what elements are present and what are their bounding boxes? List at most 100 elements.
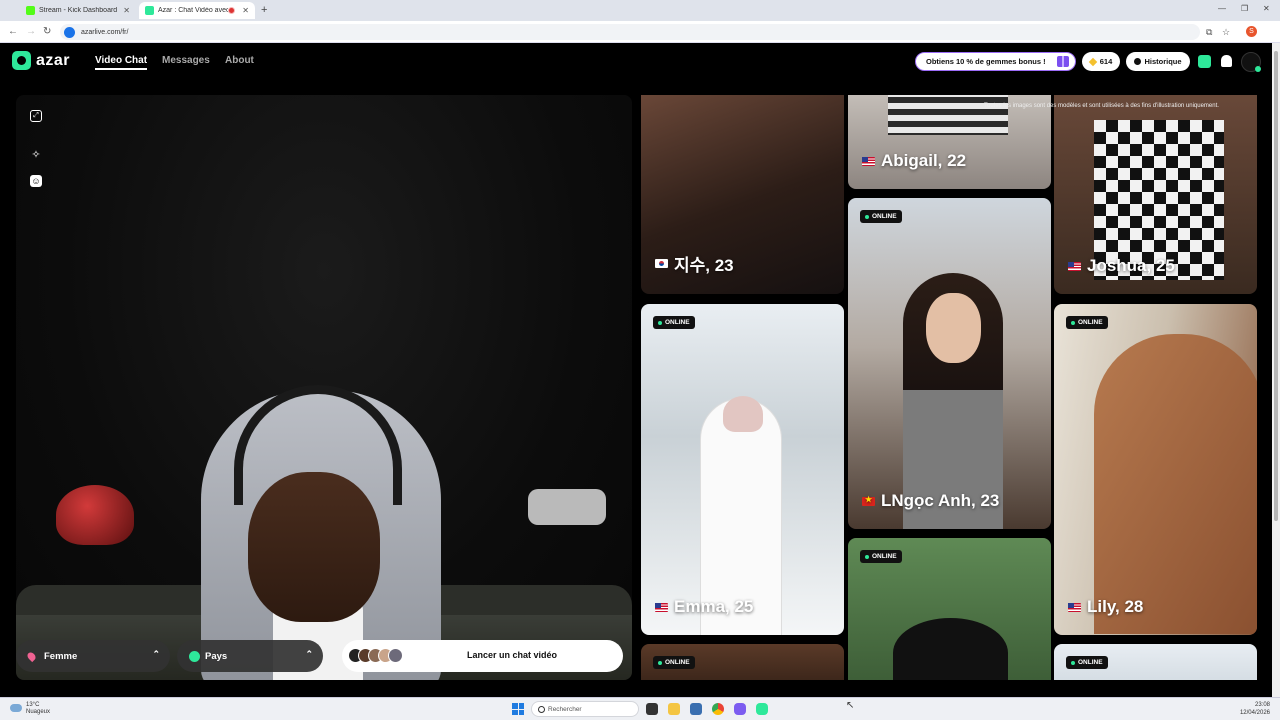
search-placeholder: Rechercher bbox=[548, 705, 582, 713]
clock-date: 12/04/2026 bbox=[1239, 710, 1270, 716]
nav-about[interactable]: About bbox=[225, 55, 254, 66]
close-tab-icon[interactable]: ✕ bbox=[123, 6, 130, 15]
task-view-icon[interactable] bbox=[646, 703, 658, 715]
profile-name: Emma, 25 bbox=[655, 597, 753, 617]
browser-profile-avatar[interactable]: S bbox=[1246, 26, 1257, 37]
illustration-disclaimer: Toutes les images sont des modèles et so… bbox=[984, 103, 1219, 109]
fullscreen-icon[interactable]: ⤢ bbox=[30, 110, 42, 122]
korea-flag-icon bbox=[655, 259, 668, 268]
store-icon[interactable] bbox=[690, 703, 702, 715]
history-button[interactable]: Historique bbox=[1126, 52, 1190, 71]
windows-taskbar: 13°C Nuageux Rechercher 23:08 12/04/2026 bbox=[0, 697, 1280, 720]
close-tab-icon[interactable]: ✕ bbox=[242, 6, 249, 15]
gift-icon bbox=[1057, 56, 1069, 67]
windows-start-icon[interactable] bbox=[512, 703, 524, 715]
temperature: 13°C bbox=[26, 702, 40, 708]
weather-widget[interactable]: 13°C Nuageux bbox=[10, 702, 50, 716]
url-text: azarlive.com/fr/ bbox=[81, 28, 129, 36]
azar-favicon-icon bbox=[145, 6, 154, 15]
online-badge: ONLINE bbox=[1066, 316, 1108, 329]
face-mask-icon[interactable]: ☺ bbox=[30, 175, 42, 187]
profile-card[interactable]: ONLINE Emma, 25 bbox=[641, 304, 844, 635]
reload-icon[interactable]: ↻ bbox=[43, 26, 51, 37]
tab-label: Azar : Chat Vidéo avec de bbox=[158, 7, 229, 14]
gender-pin-icon bbox=[25, 650, 38, 662]
minimize-button[interactable]: — bbox=[1218, 4, 1226, 13]
notification-bell-icon[interactable] bbox=[1221, 55, 1232, 67]
profile-card[interactable]: ONLINE bbox=[848, 538, 1051, 680]
magic-wand-filter-icon[interactable]: ✧ bbox=[30, 149, 42, 161]
tab-label: Stream - Kick Dashboard bbox=[39, 7, 118, 14]
recording-icon bbox=[228, 7, 236, 14]
profile-card[interactable]: ONLINE bbox=[1054, 644, 1257, 680]
gems-balance-button[interactable]: 614 bbox=[1082, 52, 1120, 71]
user-avatar[interactable] bbox=[1241, 52, 1261, 72]
profile-name: Lily, 28 bbox=[1068, 597, 1143, 617]
profile-card[interactable]: 지수, 23 bbox=[641, 95, 844, 294]
browser-tab-bar: Stream - Kick Dashboard ✕ Azar : Chat Vi… bbox=[0, 0, 1280, 21]
profile-name: 지수, 23 bbox=[655, 251, 734, 276]
site-header: azar Video Chat Messages About Obtiens 1… bbox=[0, 43, 1270, 81]
page-scrollbar[interactable] bbox=[1272, 43, 1280, 697]
striped-top bbox=[888, 95, 1008, 135]
maximize-button[interactable]: ❐ bbox=[1241, 4, 1248, 13]
new-tab-button[interactable]: + bbox=[261, 4, 267, 16]
mouse-cursor-icon: ↖ bbox=[846, 700, 855, 711]
country-filter-value: Pays bbox=[205, 650, 228, 662]
close-window-button[interactable]: ✕ bbox=[1263, 4, 1270, 13]
us-flag-icon bbox=[655, 602, 668, 612]
profile-card[interactable]: Abigail, 22 bbox=[848, 95, 1051, 189]
red-helmet bbox=[56, 485, 134, 545]
us-flag-icon bbox=[1068, 261, 1081, 271]
azar-taskbar-icon[interactable] bbox=[756, 703, 768, 715]
chevron-up-icon: ⌃ bbox=[305, 649, 313, 659]
start-chat-label: Lancer un chat vidéo bbox=[466, 650, 558, 660]
black-hat bbox=[893, 618, 1008, 680]
vietnam-flag-icon bbox=[862, 495, 875, 506]
gem-bonus-promo-button[interactable]: Obtiens 10 % de gemmes bonus ! bbox=[915, 52, 1076, 71]
azar-logo-icon bbox=[12, 51, 31, 70]
chrome-icon[interactable] bbox=[712, 703, 724, 715]
discord-icon[interactable] bbox=[734, 703, 746, 715]
gender-filter-select[interactable]: Femme ⌃ bbox=[16, 640, 170, 672]
long-hair bbox=[1094, 334, 1257, 634]
online-badge: ONLINE bbox=[653, 656, 695, 669]
tab-azar[interactable]: Azar : Chat Vidéo avec de ✕ bbox=[139, 2, 255, 19]
profile-card[interactable]: ONLINE LNgọc Anh, 23 bbox=[848, 198, 1051, 529]
online-badge: ONLINE bbox=[653, 316, 695, 329]
system-clock[interactable]: 23:08 12/04/2026 bbox=[1240, 701, 1270, 717]
url-field[interactable]: azarlive.com/fr/ bbox=[60, 24, 1200, 40]
file-explorer-icon[interactable] bbox=[668, 703, 680, 715]
face bbox=[926, 293, 981, 363]
us-flag-icon bbox=[862, 156, 875, 166]
start-video-chat-button[interactable]: Lancer un chat vidéo bbox=[342, 640, 623, 672]
online-badge: ONLINE bbox=[860, 550, 902, 563]
shop-icon[interactable] bbox=[1198, 55, 1211, 68]
nav-video-chat[interactable]: Video Chat bbox=[95, 55, 148, 70]
tab-kick-dashboard[interactable]: Stream - Kick Dashboard ✕ bbox=[20, 2, 136, 19]
profile-card[interactable]: ONLINE bbox=[641, 644, 844, 680]
profile-name: LNgọc Anh, 23 bbox=[862, 491, 999, 511]
install-app-icon[interactable]: ⧉ bbox=[1206, 27, 1212, 38]
online-badge: ONLINE bbox=[1066, 656, 1108, 669]
profile-card[interactable]: ONLINE Lily, 28 bbox=[1054, 304, 1257, 635]
profile-card[interactable]: Joshua, 25 bbox=[1054, 95, 1257, 294]
gems-count: 614 bbox=[1099, 57, 1113, 66]
profile-gallery: 지수, 23 ONLINE Emma, 25 ONLINE Abigail, 2… bbox=[641, 95, 1257, 680]
bookmark-star-icon[interactable]: ☆ bbox=[1222, 27, 1230, 38]
history-label: Historique bbox=[1144, 57, 1182, 66]
nav-messages[interactable]: Messages bbox=[162, 55, 210, 66]
us-flag-icon bbox=[1068, 602, 1081, 612]
country-filter-select[interactable]: Pays ⌃ bbox=[177, 640, 323, 672]
online-badge: ONLINE bbox=[860, 210, 902, 223]
chevron-up-icon: ⌃ bbox=[152, 649, 160, 659]
site-info-icon[interactable] bbox=[64, 26, 75, 38]
cloud-icon bbox=[10, 704, 22, 712]
azar-logo[interactable]: azar bbox=[12, 51, 70, 70]
forward-icon[interactable]: → bbox=[26, 26, 36, 37]
back-icon[interactable]: ← bbox=[8, 26, 18, 37]
clock-time: 23:08 bbox=[1254, 702, 1270, 708]
weather-condition: Nuageux bbox=[26, 709, 51, 715]
taskbar-search-field[interactable]: Rechercher bbox=[531, 701, 639, 717]
scrollbar-thumb[interactable] bbox=[1274, 51, 1278, 521]
